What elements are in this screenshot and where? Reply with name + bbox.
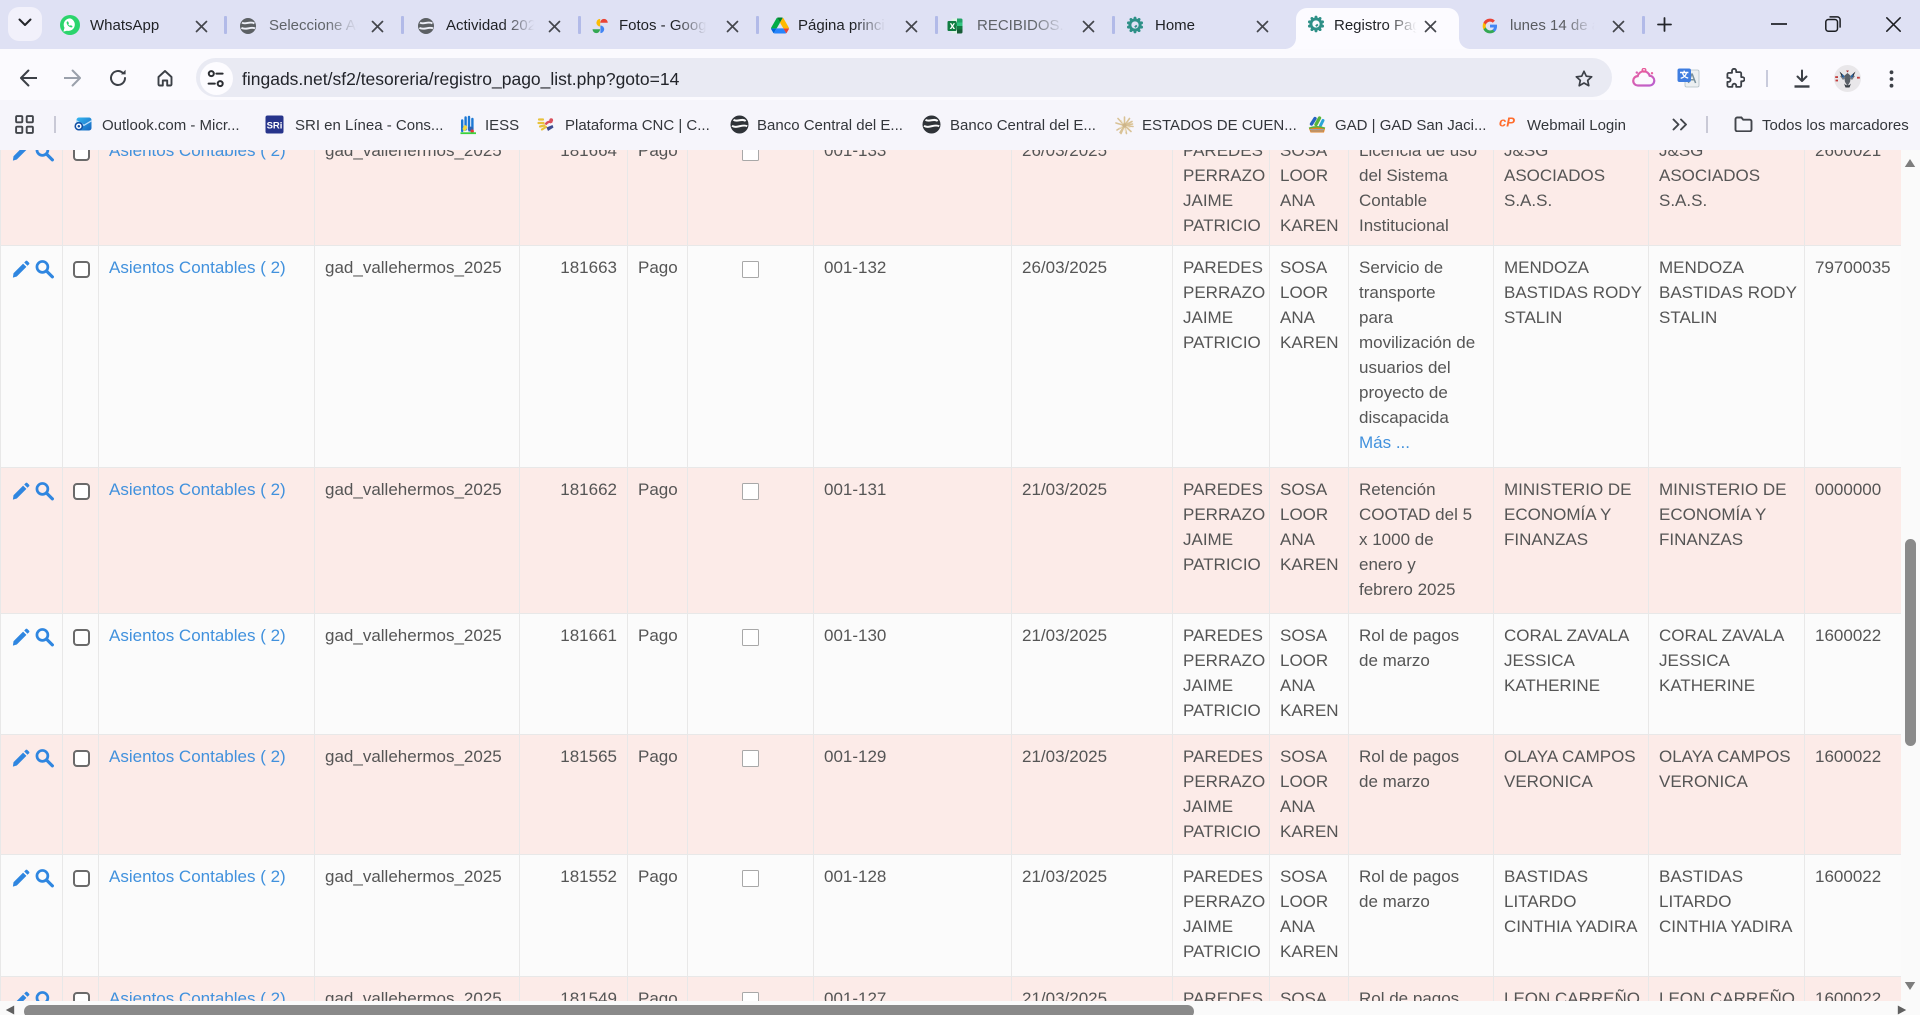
svg-text:cP: cP: [1499, 115, 1515, 129]
svg-text:SRi: SRi: [267, 121, 283, 132]
